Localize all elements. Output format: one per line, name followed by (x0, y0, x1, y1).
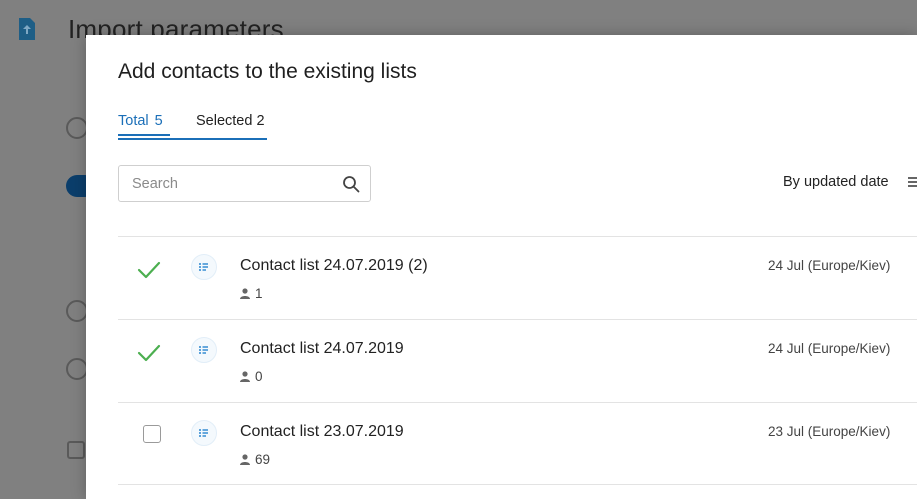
tab-active-indicator (118, 134, 170, 136)
list-date: 24 Jul (Europe/Kiev) (768, 258, 891, 273)
search-box (118, 165, 371, 202)
background-checkbox (67, 441, 85, 459)
tabs: Total 5 Selected 2 (118, 113, 268, 141)
add-contacts-modal: Add contacts to the existing lists Total… (86, 35, 917, 499)
list-date: 23 Jul (Europe/Kiev) (768, 424, 891, 439)
tab-total-label: Total (118, 113, 149, 129)
background-radio (66, 300, 88, 322)
list-icon (191, 254, 217, 280)
file-upload-icon (19, 18, 35, 40)
background-radio (66, 358, 88, 380)
tab-total[interactable]: Total 5 (118, 113, 163, 129)
check-icon[interactable] (136, 342, 162, 364)
tab-total-count: 5 (154, 113, 163, 129)
list-icon (191, 337, 217, 363)
list-name: Contact list 23.07.2019 (240, 423, 404, 440)
sort-icon[interactable] (906, 175, 917, 189)
sort-dropdown[interactable]: By updated date (783, 174, 889, 190)
tabs-underline (118, 138, 267, 140)
modal-title: Add contacts to the existing lists (118, 60, 417, 83)
list-contact-count: 1 (240, 286, 263, 301)
person-icon (240, 288, 250, 299)
list-count-value: 0 (255, 369, 263, 384)
list-contact-count: 69 (240, 452, 270, 467)
person-icon (240, 371, 250, 382)
list-date: 24 Jul (Europe/Kiev) (768, 341, 891, 356)
person-icon (240, 454, 250, 465)
tab-selected-label: Selected 2 (196, 113, 265, 129)
list-checkbox[interactable] (143, 425, 161, 443)
list-name: Contact list 24.07.2019 (240, 340, 404, 357)
list-count-value: 1 (255, 286, 263, 301)
check-icon[interactable] (136, 259, 162, 281)
list-item[interactable]: Contact list 24.07.2019 0 24 Jul (Europe… (118, 319, 917, 402)
background-radio (66, 117, 88, 139)
list-count-value: 69 (255, 452, 271, 467)
list-icon (191, 420, 217, 446)
search-icon[interactable] (342, 175, 360, 193)
list-contact-count: 0 (240, 369, 263, 384)
search-input[interactable] (119, 166, 329, 201)
list-name: Contact list 24.07.2019 (2) (240, 257, 428, 274)
contact-lists: Contact list 24.07.2019 (2) 1 24 Jul (Eu… (118, 236, 917, 485)
list-item[interactable]: Contact list 24.07.2019 (2) 1 24 Jul (Eu… (118, 236, 917, 319)
list-item[interactable]: Contact list 23.07.2019 69 23 Jul (Europ… (118, 402, 917, 485)
tab-selected[interactable]: Selected 2 (196, 113, 265, 129)
